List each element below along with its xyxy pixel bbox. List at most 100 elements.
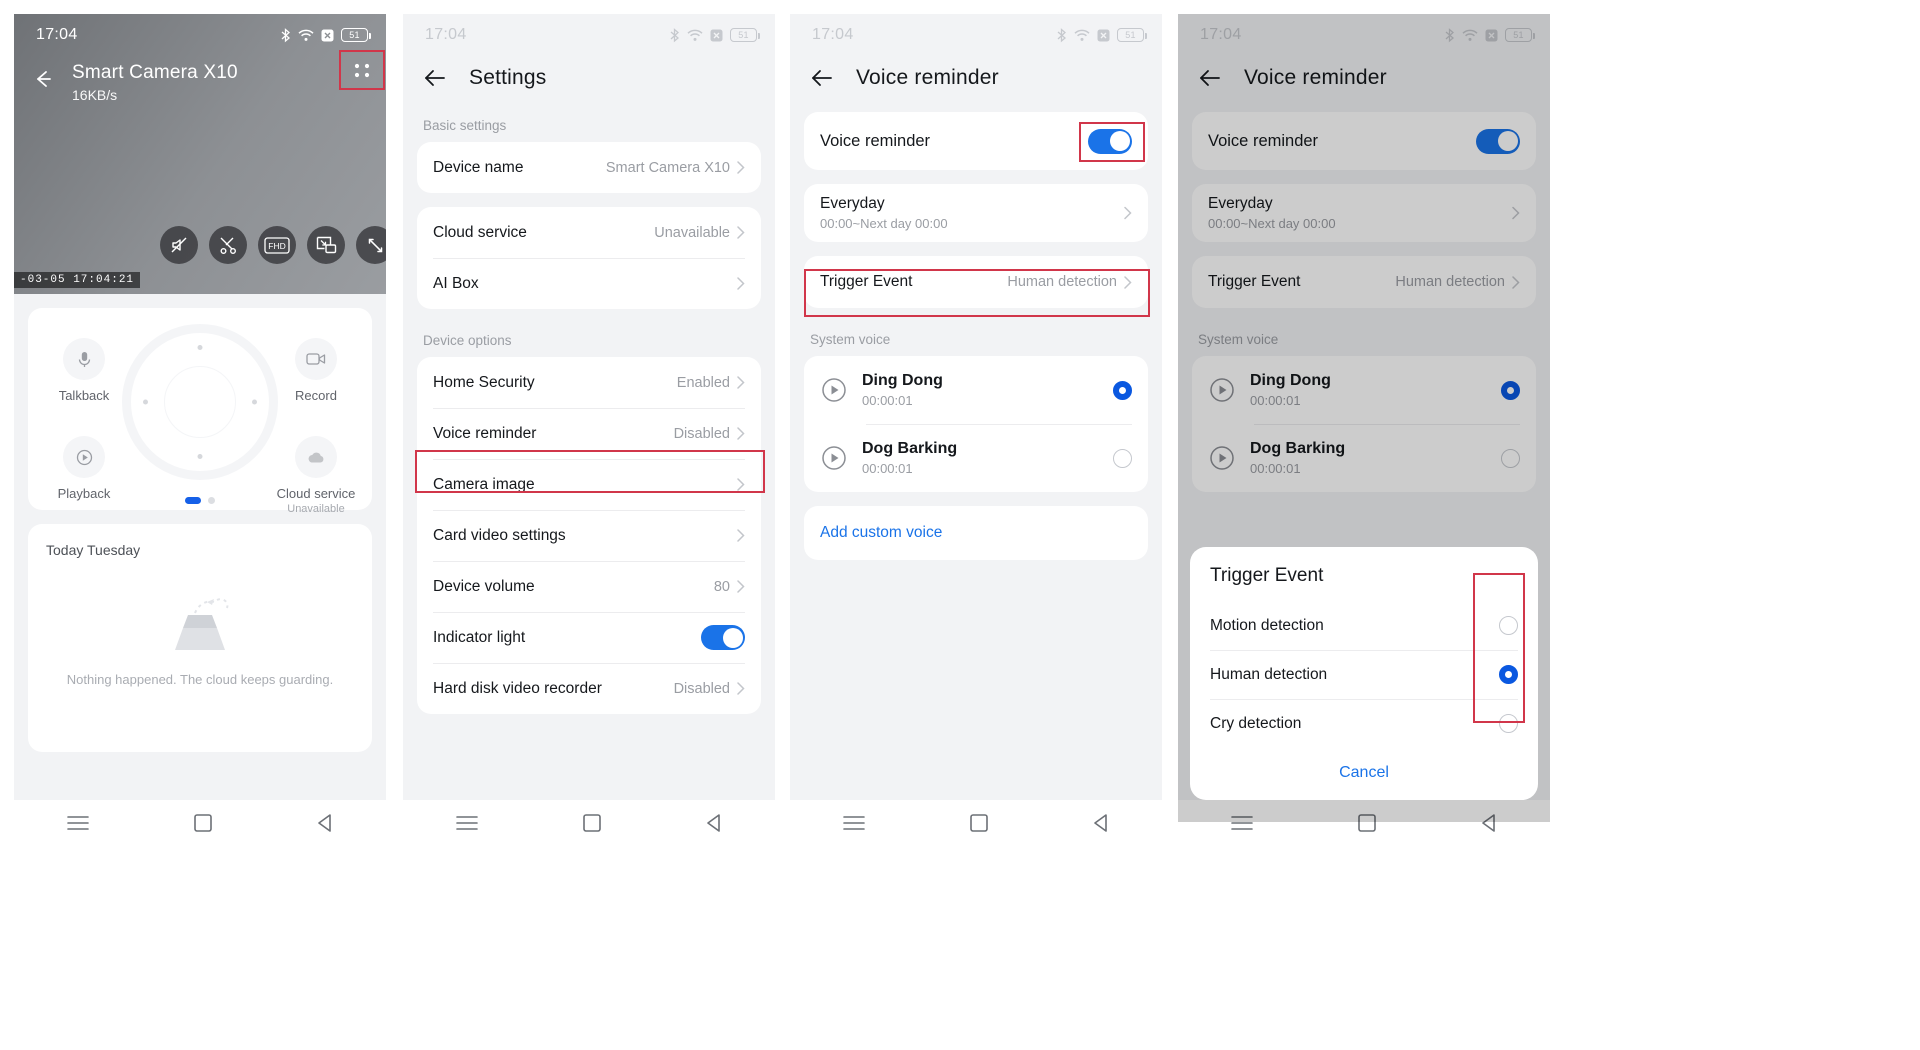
back-arrow-icon[interactable] — [423, 67, 449, 89]
joystick-dot-up[interactable] — [197, 345, 203, 350]
row-voice-reminder-toggle[interactable]: Voice reminder — [804, 112, 1148, 170]
menu-icon[interactable] — [66, 815, 89, 831]
dialog-option-human-detection[interactable]: Human detection — [1190, 650, 1538, 699]
row-device-volume[interactable]: Device volume 80 — [417, 561, 761, 612]
system-voice-group: Ding Dong 00:00:01 Dog Barking 00:00:01 — [804, 356, 1148, 492]
status-bar: 17:04 51 — [790, 14, 1162, 56]
menu-icon[interactable] — [455, 815, 478, 831]
add-custom-voice-group: Add custom voice — [804, 506, 1148, 560]
row-hard-disk-video-recorder[interactable]: Hard disk video recorder Disabled — [417, 663, 761, 714]
grid-menu-icon[interactable] — [348, 59, 376, 81]
back-triangle-icon[interactable] — [317, 814, 333, 832]
joystick-dot-right[interactable] — [252, 399, 257, 405]
function-playback[interactable]: Playback — [36, 436, 132, 502]
events-card: Today Tuesday Nothing happened. The clou… — [28, 524, 372, 752]
back-arrow-icon[interactable] — [810, 67, 836, 89]
menu-icon[interactable] — [842, 815, 865, 831]
schedule-group: Everyday 00:00~Next day 00:00 — [804, 184, 1148, 242]
home-square-icon[interactable] — [583, 814, 601, 832]
voice-name: Dog Barking — [862, 440, 958, 457]
voice-item-dog-barking[interactable]: Dog Barking 00:00:01 — [804, 424, 1148, 492]
phone-screen-settings: 17:04 51 Settings Basic settings Device … — [403, 14, 775, 822]
events-empty-text: Nothing happened. The cloud keeps guardi… — [66, 672, 334, 687]
status-bar-icons: 51 — [1056, 27, 1147, 43]
row-cloud-service[interactable]: Cloud service Unavailable — [417, 207, 761, 258]
back-arrow-icon[interactable] — [28, 64, 58, 94]
row-schedule-everyday[interactable]: Everyday 00:00~Next day 00:00 — [804, 184, 1148, 242]
voice-reminder-toggle[interactable] — [1088, 128, 1132, 154]
dialog-option-cry-detection[interactable]: Cry detection — [1190, 699, 1538, 748]
pip-button[interactable] — [307, 226, 345, 264]
option-radio-selected[interactable] — [1499, 665, 1518, 684]
option-radio[interactable] — [1499, 616, 1518, 635]
chevron-right-icon — [737, 427, 745, 440]
events-empty-state: Nothing happened. The cloud keeps guardi… — [28, 580, 372, 687]
home-square-icon[interactable] — [194, 814, 212, 832]
wifi-icon — [687, 29, 703, 41]
section-header-basic: Basic settings — [423, 118, 507, 133]
row-trigger-event[interactable]: Trigger Event Human detection — [804, 256, 1148, 308]
play-icon[interactable] — [820, 376, 848, 404]
row-label: Trigger Event — [820, 273, 913, 290]
row-value: Human detection — [1007, 274, 1117, 290]
play-icon[interactable] — [820, 444, 848, 472]
row-voice-reminder[interactable]: Voice reminder Disabled — [417, 408, 761, 459]
mute-button[interactable] — [160, 226, 198, 264]
android-nav-bar-2 — [403, 800, 775, 846]
page-title: Settings — [469, 66, 547, 89]
row-card-video-settings[interactable]: Card video settings — [417, 510, 761, 561]
function-cloud-service[interactable]: Cloud service Unavailable — [268, 436, 364, 517]
row-label: Everyday — [820, 195, 885, 212]
chevron-right-icon — [737, 580, 745, 593]
joystick-dot-left[interactable] — [143, 399, 148, 405]
joystick-inner[interactable] — [164, 366, 236, 438]
function-record[interactable]: Record — [268, 338, 364, 404]
wifi-icon — [1074, 29, 1090, 41]
settings-group-cloud: Cloud service Unavailable AI Box — [417, 207, 761, 309]
back-triangle-icon[interactable] — [1093, 814, 1109, 832]
quality-button[interactable]: FHD — [258, 226, 296, 264]
page-dot[interactable] — [208, 497, 215, 504]
page-dot-active[interactable] — [185, 497, 201, 504]
back-triangle-icon[interactable] — [706, 814, 722, 832]
home-square-icon[interactable] — [970, 814, 988, 832]
joystick-dot-down[interactable] — [197, 454, 203, 459]
bluetooth-icon — [281, 27, 290, 42]
dialog-option-motion-detection[interactable]: Motion detection — [1190, 601, 1538, 650]
row-device-name[interactable]: Device name Smart Camera X10 — [417, 142, 761, 193]
chevron-right-icon — [1124, 206, 1132, 220]
fullscreen-button[interactable] — [356, 226, 386, 264]
row-label: Card video settings — [433, 526, 566, 544]
voice-meta: Dog Barking 00:00:01 — [862, 438, 1099, 478]
row-value-wrap — [737, 277, 745, 290]
trigger-event-group: Trigger Event Human detection — [804, 256, 1148, 308]
row-ai-box[interactable]: AI Box — [417, 258, 761, 309]
row-label: Device volume — [433, 577, 535, 595]
ptz-joystick[interactable]: Talkback Record Playback Cloud service U… — [28, 324, 372, 515]
indicator-light-toggle[interactable] — [701, 625, 745, 650]
snapshot-button[interactable] — [209, 226, 247, 264]
camera-live-video[interactable]: 17:04 51 Smart Camera X10 16KB/s FHD -03… — [14, 14, 386, 294]
voice-radio-selected[interactable] — [1113, 380, 1132, 400]
voice-item-ding-dong[interactable]: Ding Dong 00:00:01 — [804, 356, 1148, 424]
phone-screen-live-view: 17:04 51 Smart Camera X10 16KB/s FHD -03… — [14, 14, 386, 822]
voice-radio[interactable] — [1113, 448, 1132, 468]
joystick-ring[interactable] — [122, 324, 278, 480]
page-indicator[interactable] — [185, 497, 215, 504]
status-bar: 17:04 51 — [403, 14, 775, 56]
mute-badge-icon — [321, 29, 334, 41]
option-radio[interactable] — [1499, 714, 1518, 733]
dialog-cancel-button[interactable]: Cancel — [1190, 748, 1538, 790]
row-indicator-light[interactable]: Indicator light — [417, 612, 761, 663]
row-home-security[interactable]: Home Security Enabled — [417, 357, 761, 408]
status-bar-time: 17:04 — [812, 26, 854, 43]
app-bar: Voice reminder — [790, 56, 1162, 108]
option-label: Motion detection — [1210, 616, 1324, 634]
row-camera-image[interactable]: Camera image — [417, 459, 761, 510]
voice-name: Ding Dong — [862, 372, 943, 389]
trigger-event-dialog: Trigger Event Motion detection Human det… — [1190, 547, 1538, 800]
wifi-icon — [298, 29, 314, 41]
function-label: Record — [295, 388, 337, 403]
add-custom-voice-button[interactable]: Add custom voice — [804, 506, 1148, 560]
function-talkback[interactable]: Talkback — [36, 338, 132, 404]
